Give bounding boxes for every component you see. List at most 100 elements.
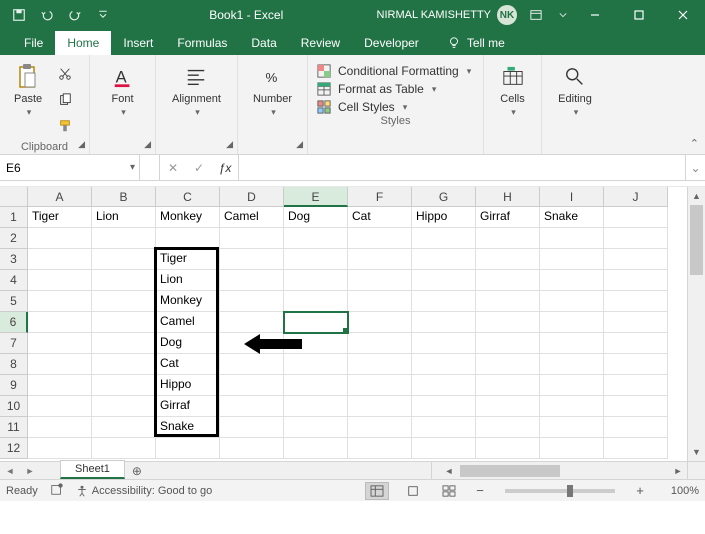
cell-C9[interactable]: Hippo: [156, 375, 220, 396]
name-box-input[interactable]: [6, 161, 133, 175]
cell-I4[interactable]: [540, 270, 604, 291]
cells-grid[interactable]: TigerLionMonkeyCamelDogCatHippoGirrafSna…: [28, 207, 687, 461]
cell-A4[interactable]: [28, 270, 92, 291]
qat-customize-button[interactable]: [90, 4, 116, 26]
cell-D12[interactable]: [220, 438, 284, 459]
cell-D10[interactable]: [220, 396, 284, 417]
cell-G4[interactable]: [412, 270, 476, 291]
cell-J12[interactable]: [604, 438, 668, 459]
cell-C11[interactable]: Snake: [156, 417, 220, 438]
cell-J9[interactable]: [604, 375, 668, 396]
zoom-in-button[interactable]: +: [633, 483, 647, 498]
cell-C10[interactable]: Girraf: [156, 396, 220, 417]
cell-I11[interactable]: [540, 417, 604, 438]
ribbon-display-options-button[interactable]: [521, 0, 551, 30]
cell-B12[interactable]: [92, 438, 156, 459]
font-launcher[interactable]: ◢: [144, 139, 151, 150]
vertical-scrollbar[interactable]: ▲ ▼: [687, 187, 705, 461]
formula-input[interactable]: [245, 161, 679, 175]
cell-G11[interactable]: [412, 417, 476, 438]
vertical-scroll-thumb[interactable]: [690, 205, 703, 275]
row-header-9[interactable]: 9: [0, 375, 28, 396]
paste-button[interactable]: Paste ▾: [8, 59, 48, 122]
cell-F11[interactable]: [348, 417, 412, 438]
cell-H11[interactable]: [476, 417, 540, 438]
editing-button[interactable]: Editing ▾: [552, 59, 598, 122]
cell-E3[interactable]: [284, 249, 348, 270]
insert-function-button[interactable]: ƒx: [212, 161, 238, 175]
new-sheet-button[interactable]: ⊕: [125, 462, 149, 479]
cell-I3[interactable]: [540, 249, 604, 270]
cell-C7[interactable]: Dog: [156, 333, 220, 354]
cell-F12[interactable]: [348, 438, 412, 459]
cell-B1[interactable]: Lion: [92, 207, 156, 228]
cell-D6[interactable]: [220, 312, 284, 333]
cell-A9[interactable]: [28, 375, 92, 396]
cell-I9[interactable]: [540, 375, 604, 396]
column-header-C[interactable]: C: [156, 187, 220, 207]
column-header-J[interactable]: J: [604, 187, 668, 207]
tab-file[interactable]: File: [12, 31, 55, 55]
cell-H5[interactable]: [476, 291, 540, 312]
cell-G2[interactable]: [412, 228, 476, 249]
cell-H2[interactable]: [476, 228, 540, 249]
row-header-4[interactable]: 4: [0, 270, 28, 291]
cell-G12[interactable]: [412, 438, 476, 459]
cell-I6[interactable]: [540, 312, 604, 333]
cell-C5[interactable]: Monkey: [156, 291, 220, 312]
user-account[interactable]: NIRMAL KAMISHETTY NK: [377, 5, 518, 25]
format-painter-button[interactable]: [54, 115, 76, 137]
cell-H6[interactable]: [476, 312, 540, 333]
cell-B7[interactable]: [92, 333, 156, 354]
cell-E12[interactable]: [284, 438, 348, 459]
cell-D5[interactable]: [220, 291, 284, 312]
cell-D7[interactable]: [220, 333, 284, 354]
cell-H9[interactable]: [476, 375, 540, 396]
column-header-H[interactable]: H: [476, 187, 540, 207]
zoom-level[interactable]: 100%: [659, 485, 699, 497]
cell-F7[interactable]: [348, 333, 412, 354]
close-button[interactable]: [663, 0, 703, 30]
tab-home[interactable]: Home: [55, 31, 111, 55]
row-header-5[interactable]: 5: [0, 291, 28, 312]
cell-E4[interactable]: [284, 270, 348, 291]
cell-A7[interactable]: [28, 333, 92, 354]
font-button[interactable]: A Font ▾: [103, 59, 143, 122]
cell-H1[interactable]: Girraf: [476, 207, 540, 228]
cell-D4[interactable]: [220, 270, 284, 291]
cell-G5[interactable]: [412, 291, 476, 312]
cell-C3[interactable]: Tiger: [156, 249, 220, 270]
page-layout-view-button[interactable]: [401, 482, 425, 500]
cell-D3[interactable]: [220, 249, 284, 270]
cell-B5[interactable]: [92, 291, 156, 312]
cell-A5[interactable]: [28, 291, 92, 312]
maximize-button[interactable]: [619, 0, 659, 30]
column-header-I[interactable]: I: [540, 187, 604, 207]
cell-E9[interactable]: [284, 375, 348, 396]
cell-J5[interactable]: [604, 291, 668, 312]
cell-F6[interactable]: [348, 312, 412, 333]
row-header-3[interactable]: 3: [0, 249, 28, 270]
cell-E1[interactable]: Dog: [284, 207, 348, 228]
cell-F3[interactable]: [348, 249, 412, 270]
cell-J4[interactable]: [604, 270, 668, 291]
select-all-button[interactable]: [0, 187, 28, 207]
cell-J3[interactable]: [604, 249, 668, 270]
column-header-G[interactable]: G: [412, 187, 476, 207]
sheet-tab-sheet1[interactable]: Sheet1: [60, 460, 125, 479]
conditional-formatting-button[interactable]: Conditional Formatting▾: [316, 63, 475, 79]
alignment-launcher[interactable]: ◢: [226, 139, 233, 150]
cell-A8[interactable]: [28, 354, 92, 375]
cell-F9[interactable]: [348, 375, 412, 396]
tab-data[interactable]: Data: [239, 31, 288, 55]
cell-H7[interactable]: [476, 333, 540, 354]
horizontal-scrollbar[interactable]: ◄ ►: [440, 461, 687, 479]
macro-recorder-icon[interactable]: [50, 482, 64, 499]
tab-review[interactable]: Review: [289, 31, 352, 55]
cell-B6[interactable]: [92, 312, 156, 333]
formula-bar[interactable]: [239, 155, 685, 180]
cell-F1[interactable]: Cat: [348, 207, 412, 228]
cell-E6[interactable]: [284, 312, 348, 333]
cell-C4[interactable]: Lion: [156, 270, 220, 291]
expand-formula-bar-button[interactable]: ⌄: [685, 155, 705, 180]
